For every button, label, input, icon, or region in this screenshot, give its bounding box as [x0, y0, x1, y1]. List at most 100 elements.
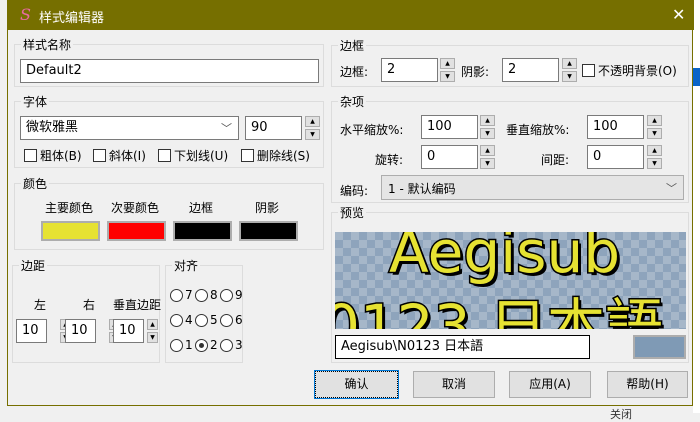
margin-vertical-input[interactable]: 10 — [113, 319, 144, 343]
close-icon[interactable]: ✕ — [672, 5, 685, 24]
encoding-label: 编码: — [340, 184, 369, 198]
align-radio-5[interactable]: 5 — [195, 313, 218, 327]
align-radio-6[interactable]: 6 — [220, 313, 243, 327]
group-label: 对齐 — [172, 257, 201, 274]
group-label: 边距 — [19, 257, 48, 274]
preview-line2: 0123 日本語 — [335, 292, 663, 329]
strikeout-checkbox[interactable]: 删除线(S) — [241, 147, 310, 164]
ok-button[interactable]: 确认 — [314, 370, 399, 399]
apply-button[interactable]: 应用(A) — [509, 371, 591, 398]
radio-label: 1 — [185, 338, 193, 352]
radio-icon — [195, 313, 208, 327]
secondary-color-label: 次要颜色 — [111, 201, 160, 215]
align-radio-4[interactable]: 4 — [170, 313, 193, 327]
background-selection — [693, 68, 700, 86]
outline-color-label: 边框 — [189, 201, 214, 215]
radio-label: 4 — [185, 313, 193, 327]
scale-y-spinner[interactable]: ▲ ▼ — [647, 115, 662, 139]
margin-left-input[interactable]: 10 — [16, 319, 47, 343]
rotation-label: 旋转: — [375, 153, 404, 167]
align-radio-9[interactable]: 9 — [220, 288, 243, 302]
chevron-down-icon: ﹀ — [666, 182, 677, 195]
outline-width-input[interactable]: 2 — [381, 58, 438, 82]
colors-group: 颜色 主要颜色 次要颜色 边框 阴影 — [14, 175, 324, 250]
shadow-color-button[interactable] — [239, 221, 298, 241]
up-arrow-icon[interactable]: ▲ — [305, 116, 320, 127]
window-title: 样式编辑器 — [39, 11, 105, 26]
font-family-value: 微软雅黑 — [26, 120, 79, 135]
underline-checkbox[interactable]: 下划线(U) — [158, 147, 228, 164]
shadow-color-label: 阴影 — [255, 201, 280, 215]
preview-text-input[interactable]: Aegisub\N0123 日本語 — [335, 335, 590, 359]
shadow-depth-input[interactable]: 2 — [502, 58, 559, 82]
align-radio-1[interactable]: 1 — [170, 338, 193, 352]
scale-x-input[interactable]: 100 — [421, 115, 478, 139]
secondary-color-button[interactable] — [107, 221, 166, 241]
style-editor-dialog: S 样式编辑器 ✕ 样式名称 Default2 字体 微软雅黑 ﹀ 90 ▲ ▼ 粗… — [7, 0, 694, 406]
style-name-input[interactable]: Default2 — [20, 59, 319, 83]
scale-y-input[interactable]: 100 — [587, 115, 644, 139]
outline-width-label: 边框: — [340, 65, 369, 79]
group-label: 颜色 — [21, 175, 50, 192]
chevron-down-icon: ﹀ — [221, 122, 232, 135]
shadow-depth-label: 阴影: — [461, 65, 490, 79]
radio-icon — [220, 313, 233, 327]
primary-color-label: 主要颜色 — [45, 201, 94, 215]
align-radio-8[interactable]: 8 — [195, 288, 218, 302]
group-label: 杂项 — [338, 93, 367, 110]
outline-color-button[interactable] — [173, 221, 232, 241]
rotation-spinner[interactable]: ▲ ▼ — [480, 145, 495, 169]
margin-right-input[interactable]: 10 — [65, 319, 96, 343]
group-label: 边框 — [338, 37, 367, 54]
alignment-group: 对齐 7 8 9 4 5 6 1 2 3 — [165, 257, 243, 363]
preview-canvas: Aegisub Aegisub 0123 日本語 0123 日本語 — [335, 232, 686, 329]
preview-group: 预览 Aegisub Aegisub 0123 日本語 0123 日本語 Aeg… — [331, 204, 689, 363]
align-radio-2[interactable]: 2 — [195, 338, 218, 352]
cancel-button[interactable]: 取消 — [413, 371, 495, 398]
help-button[interactable]: 帮助(H) — [607, 371, 688, 398]
group-label: 样式名称 — [21, 36, 74, 53]
aegisub-s-icon: S — [20, 5, 31, 24]
preview-background-color-button[interactable] — [633, 335, 686, 359]
spacing-input[interactable]: 0 — [587, 145, 644, 169]
radio-icon — [195, 288, 208, 302]
primary-color-button[interactable] — [41, 221, 100, 241]
font-group: 字体 微软雅黑 ﹀ 90 ▲ ▼ 粗体(B) 斜体(I) 下划线(U) 删除线(S) — [14, 93, 324, 168]
margin-vertical-label: 垂直边距 — [113, 298, 162, 312]
scale-y-label: 垂直缩放%: — [506, 123, 570, 137]
font-size-spinner[interactable]: ▲ ▼ — [305, 116, 320, 140]
bold-checkbox[interactable]: 粗体(B) — [24, 147, 82, 164]
align-radio-7[interactable]: 7 — [170, 288, 193, 302]
outline-group: 边框 边框: 2 ▲ ▼ 阴影: 2 ▲ ▼ 不透明背景(O) — [331, 37, 689, 87]
align-radio-3[interactable]: 3 — [220, 338, 243, 352]
margin-vertical-spinner[interactable]: ▲ ▼ — [147, 319, 158, 343]
opaque-box-checkbox[interactable]: 不透明背景(O) — [582, 62, 677, 79]
misc-group: 杂项 水平缩放%: 100 ▲ ▼ 垂直缩放%: 100 ▲ ▼ 旋转: 0 ▲ ▼ … — [331, 93, 689, 203]
preview-line1: Aegisub — [389, 232, 620, 286]
radio-label: 9 — [235, 288, 243, 302]
rotation-input[interactable]: 0 — [421, 145, 478, 169]
down-arrow-icon[interactable]: ▼ — [305, 129, 320, 140]
radio-label: 6 — [235, 313, 243, 327]
group-label: 预览 — [338, 204, 367, 221]
spacing-spinner[interactable]: ▲ ▼ — [647, 145, 662, 169]
scale-x-label: 水平缩放%: — [340, 123, 404, 137]
spacing-label: 间距: — [541, 153, 570, 167]
margins-group: 边距 左 右 垂直边距 10 ▲▼ 10 ▲▼ 10 ▲▼ — [12, 257, 162, 363]
title-bar[interactable]: S 样式编辑器 ✕ — [8, 0, 694, 30]
shadow-depth-spinner[interactable]: ▲ ▼ — [562, 58, 577, 82]
font-family-combo[interactable]: 微软雅黑 ﹀ — [20, 116, 239, 140]
radio-icon — [220, 338, 233, 352]
font-size-input[interactable]: 90 — [245, 116, 302, 140]
radio-label: 7 — [185, 288, 193, 302]
radio-label: 2 — [210, 338, 218, 352]
outline-width-spinner[interactable]: ▲ ▼ — [440, 58, 455, 82]
group-label: 字体 — [21, 93, 50, 110]
scale-x-spinner[interactable]: ▲ ▼ — [480, 115, 495, 139]
background-close-button: 关闭 — [610, 408, 632, 421]
style-name-group: 样式名称 Default2 — [14, 36, 324, 87]
radio-label: 8 — [210, 288, 218, 302]
encoding-combo[interactable]: 1 - 默认编码 ﹀ — [381, 175, 684, 200]
italic-checkbox[interactable]: 斜体(I) — [93, 147, 146, 164]
radio-icon — [170, 313, 183, 327]
